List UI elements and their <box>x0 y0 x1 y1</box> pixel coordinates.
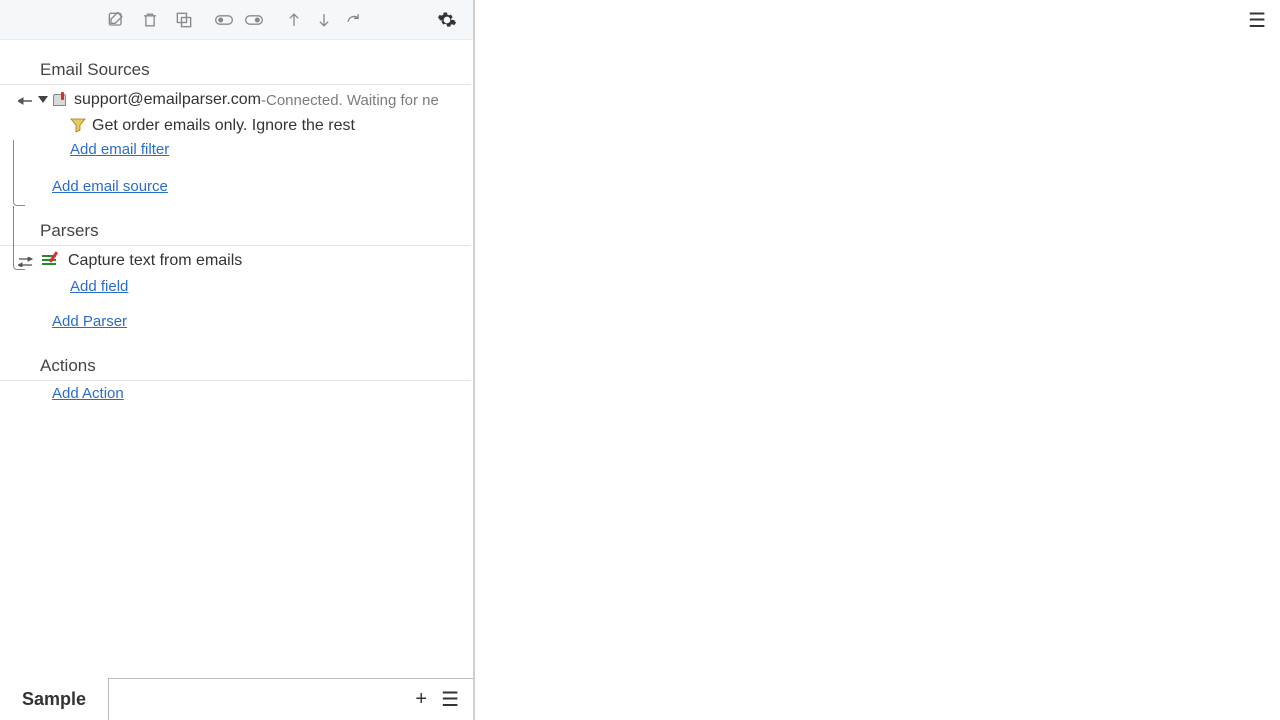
add-field-row: Add field <box>0 276 473 297</box>
section-actions: Actions <box>0 352 471 381</box>
add-email-filter-link[interactable]: Add email filter <box>70 141 169 158</box>
mailbox-icon <box>52 91 70 109</box>
section-title: Parsers <box>40 221 99 240</box>
section-title: Actions <box>40 356 96 375</box>
redo-arrow-icon[interactable] <box>344 10 364 30</box>
flow-arrow-icon <box>18 254 34 268</box>
edit-icon[interactable] <box>106 10 126 30</box>
chevron-down-icon[interactable] <box>38 96 48 103</box>
toggle-icon[interactable] <box>214 10 234 30</box>
tab-tools: + ☰ <box>415 679 473 720</box>
add-parser-link[interactable]: Add Parser <box>52 313 127 330</box>
hamburger-icon[interactable]: ☰ <box>1248 8 1266 33</box>
parser-label: Capture text from emails <box>68 252 242 270</box>
parser-icon <box>42 253 62 269</box>
add-field-link[interactable]: Add field <box>70 278 128 295</box>
add-action-row: Add Action <box>0 383 473 404</box>
flow-arrow-icon <box>18 93 34 107</box>
arrow-up-icon[interactable] <box>284 10 304 30</box>
parser-row[interactable]: Capture text from emails <box>0 250 473 272</box>
email-source-address: support@emailparser.com <box>74 91 261 109</box>
arrow-down-icon[interactable] <box>314 10 334 30</box>
left-panel: Email Sources support@emailparser.com - … <box>0 0 475 720</box>
section-email-sources: Email Sources <box>0 56 471 85</box>
add-email-filter-row: Add email filter <box>0 139 473 160</box>
sort-group <box>284 10 364 30</box>
tab-menu-icon[interactable]: ☰ <box>441 687 459 712</box>
tab-sample[interactable]: Sample <box>0 678 109 720</box>
trash-icon[interactable] <box>140 10 160 30</box>
email-source-row[interactable]: support@emailparser.com - Connected. Wai… <box>0 89 473 111</box>
filter-icon <box>70 117 88 135</box>
toolbar <box>0 0 473 40</box>
tab-label: Sample <box>22 689 86 710</box>
email-filter-row[interactable]: Get order emails only. Ignore the rest <box>0 115 473 137</box>
add-email-source-row: Add email source <box>0 176 473 197</box>
add-tab-icon[interactable]: + <box>415 688 427 711</box>
email-source-status: Connected. Waiting for ne <box>266 92 439 109</box>
app-root: Email Sources support@emailparser.com - … <box>0 0 1280 720</box>
toggle-link-icon[interactable] <box>244 10 264 30</box>
add-email-source-link[interactable]: Add email source <box>52 178 168 195</box>
email-filter-label: Get order emails only. Ignore the rest <box>92 117 355 135</box>
section-title: Email Sources <box>40 60 150 79</box>
add-parser-row: Add Parser <box>0 311 473 332</box>
section-parsers: Parsers <box>0 217 471 246</box>
gear-icon[interactable] <box>437 10 457 30</box>
add-action-link[interactable]: Add Action <box>52 385 124 402</box>
tab-strip: Sample + ☰ <box>0 678 473 720</box>
toggle-group <box>214 10 264 30</box>
copy-icon[interactable] <box>174 10 194 30</box>
tree-view: Email Sources support@emailparser.com - … <box>0 40 473 678</box>
right-panel: ☰ <box>475 0 1280 720</box>
